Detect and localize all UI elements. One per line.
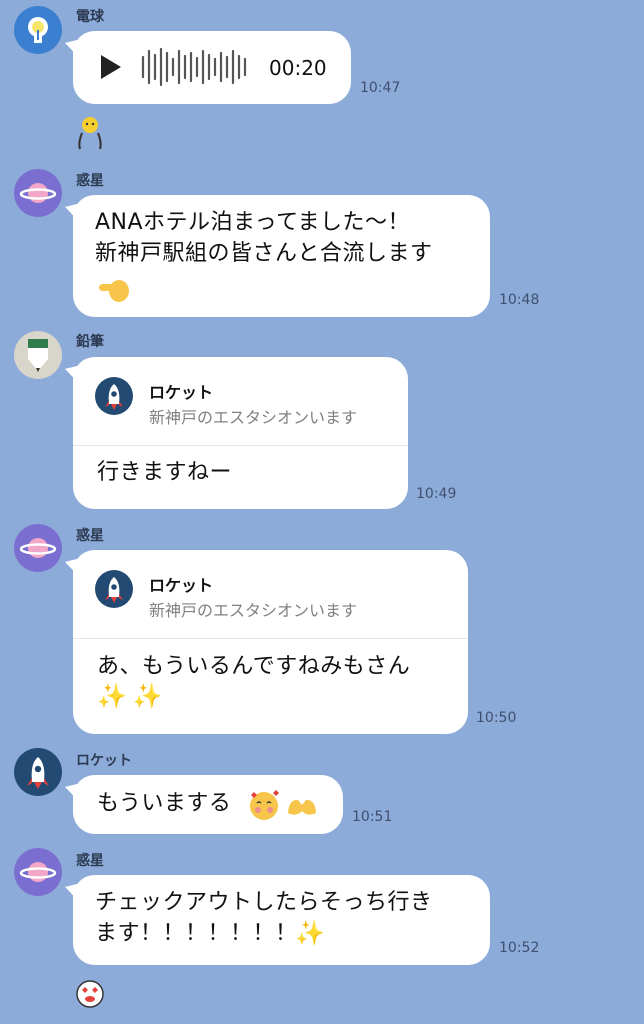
rocket-avatar xyxy=(95,570,133,608)
pencil-avatar[interactable] xyxy=(14,331,62,379)
timestamp: 10:51 xyxy=(352,809,393,825)
sender-name: ロケット xyxy=(76,753,132,769)
message-bubble[interactable]: ANAホテル泊まってました〜！ 新神戸駅組の皆さんと合流します xyxy=(73,195,490,317)
sender-name: 惑星 xyxy=(76,853,104,869)
planet-icon xyxy=(19,862,57,882)
message-text: あ、もういるんですねみもさん xyxy=(97,654,411,679)
reply-quote[interactable]: ロケット 新神戸のエスタシオンいます xyxy=(73,357,408,446)
sender-name: 鉛筆 xyxy=(76,334,104,350)
reply-quote[interactable]: ロケット 新神戸のエスタシオンいます xyxy=(73,550,468,639)
timestamp: 10:48 xyxy=(499,292,540,308)
message-text: ANAホテル泊まってました〜！ 新神戸駅組の皆さんと合流します xyxy=(95,210,433,266)
lightbulb-icon xyxy=(28,17,48,43)
voice-duration: 00:20 xyxy=(269,56,327,80)
timestamp: 10:49 xyxy=(416,486,457,502)
pencil-icon xyxy=(28,339,48,372)
rocket-avatar[interactable] xyxy=(14,748,62,796)
bulb-avatar[interactable] xyxy=(14,6,62,54)
reply-bubble[interactable]: ロケット 新神戸のエスタシオンいます 行きますねー xyxy=(73,357,408,509)
timestamp: 10:50 xyxy=(476,710,517,726)
reply-quoted-text: 新神戸のエスタシオンいます xyxy=(149,601,358,620)
reply-bubble[interactable]: ロケット 新神戸のエスタシオンいます あ、もういるんですねみもさん ✨ ✨ xyxy=(73,550,468,734)
rocket-avatar xyxy=(95,377,133,415)
message-text: 行きますねー xyxy=(97,460,233,485)
planet-icon xyxy=(19,538,57,558)
sparkles-emoji-icon: ✨ xyxy=(295,919,325,947)
message-text: チェックアウトしたらそっち行き ます！！！！！！！ xyxy=(95,890,433,946)
waveform-icon xyxy=(141,47,247,87)
timestamp: 10:47 xyxy=(360,80,401,96)
rocket-icon xyxy=(105,384,123,410)
sender-name: 惑星 xyxy=(76,173,104,189)
rocket-icon xyxy=(27,757,49,789)
voice-bubble[interactable]: 00:20 xyxy=(73,31,351,104)
sender-name: 惑星 xyxy=(76,528,104,544)
planet-avatar[interactable] xyxy=(14,524,62,572)
message-text: もういまする xyxy=(97,791,232,816)
planet-icon xyxy=(19,183,57,203)
rocket-icon xyxy=(105,577,123,603)
sender-name: 電球 xyxy=(76,9,104,25)
heart-eyes-sticker-icon[interactable] xyxy=(74,978,106,1014)
timestamp: 10:52 xyxy=(499,940,540,956)
reply-sender-name: ロケット xyxy=(149,576,214,595)
message-bubble[interactable]: チェックアウトしたらそっち行き ます！！！！！！！ ✨ xyxy=(73,875,490,965)
play-icon[interactable] xyxy=(97,47,137,87)
planet-avatar[interactable] xyxy=(14,169,62,217)
reply-quoted-text: 新神戸のエスタシオンいます xyxy=(149,408,358,427)
reply-sender-name: ロケット xyxy=(149,383,214,402)
pointing-hand-emoji-icon xyxy=(97,273,133,309)
smiling-hearts-emoji-icon xyxy=(247,789,281,827)
chick-sticker-icon[interactable] xyxy=(76,115,104,155)
sparkles-emoji-icon: ✨ ✨ xyxy=(97,682,163,710)
planet-avatar[interactable] xyxy=(14,848,62,896)
heart-hands-emoji-icon xyxy=(285,793,319,825)
message-bubble[interactable]: もういまする xyxy=(73,775,343,834)
